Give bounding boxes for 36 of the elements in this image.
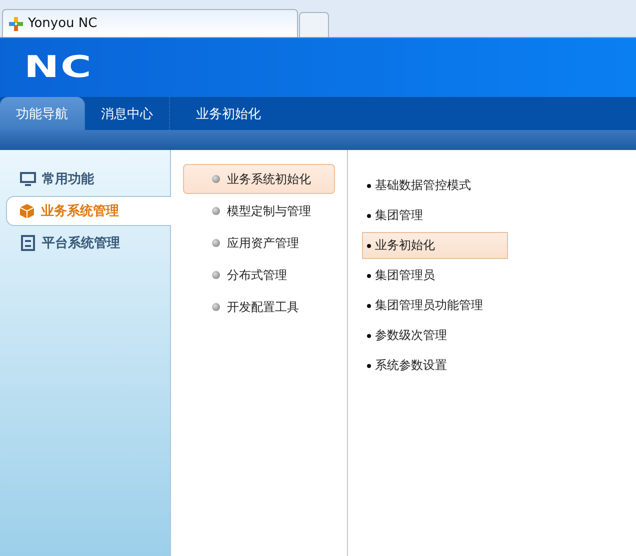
module-item[interactable]: 应用资产管理 [183, 228, 335, 258]
bullet-icon [367, 214, 371, 218]
monitor-icon [20, 171, 36, 187]
cube-icon [19, 203, 35, 219]
bullet-icon [367, 304, 371, 308]
dot-icon [212, 303, 220, 311]
nav-tab[interactable]: 业务初始化 [170, 97, 287, 130]
bullet-icon [367, 274, 371, 278]
function-item[interactable]: 参数级次管理 [362, 322, 508, 349]
sidebar-item[interactable]: 常用功能 [0, 164, 170, 194]
browser-tab[interactable]: Yonyou NC [2, 9, 298, 37]
pinwheel-icon [8, 16, 24, 32]
function-item[interactable]: 集团管理 [362, 202, 508, 229]
module-item[interactable]: 开发配置工具 [183, 292, 335, 322]
module-item[interactable]: 模型定制与管理 [183, 196, 335, 226]
function-item[interactable]: 集团管理员 [362, 262, 508, 289]
new-tab-button[interactable] [299, 12, 329, 37]
logo: NC [24, 52, 93, 82]
bullet-icon [367, 184, 371, 188]
cabinet-icon [20, 235, 36, 251]
dot-icon [212, 271, 220, 279]
bullet-icon [367, 334, 371, 338]
nav-tab[interactable]: 功能导航 [0, 97, 85, 130]
function-item[interactable]: 系统参数设置 [362, 352, 508, 379]
function-item[interactable]: 基础数据管控模式 [362, 172, 508, 199]
dot-icon [212, 175, 220, 183]
module-item[interactable]: 分布式管理 [183, 260, 335, 290]
dot-icon [212, 239, 220, 247]
function-item[interactable]: 集团管理员功能管理 [362, 292, 508, 319]
bullet-icon [367, 364, 371, 368]
module-item[interactable]: 业务系统初始化 [183, 164, 335, 194]
function-item[interactable]: 业务初始化 [362, 232, 508, 259]
sidebar-item[interactable]: 平台系统管理 [0, 228, 170, 258]
tab-title: Yonyou NC [28, 16, 98, 31]
dot-icon [212, 207, 220, 215]
bullet-icon [367, 244, 371, 248]
